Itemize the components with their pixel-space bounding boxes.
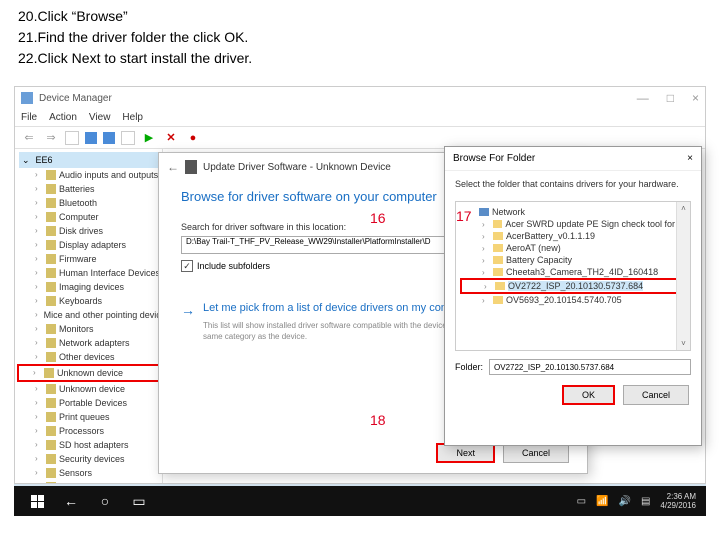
dm-title-text: Device Manager (39, 93, 112, 104)
bff-cancel-button[interactable]: Cancel (623, 385, 689, 405)
tray-volume-icon[interactable]: 🔊 (619, 496, 631, 507)
tree-item[interactable]: ›Firmware (19, 252, 162, 266)
bff-title: Browse For Folder (453, 153, 535, 164)
back-icon[interactable]: ⇐ (21, 130, 37, 146)
tool-icon[interactable] (121, 131, 135, 145)
dm-titlebar: Device Manager — □ × (15, 87, 705, 109)
tree-item[interactable]: ›Network adapters (19, 336, 162, 350)
tool-icon[interactable] (85, 132, 97, 144)
bff-message: Select the folder that contains drivers … (445, 171, 701, 197)
tree-item[interactable]: ›Imaging devices (19, 280, 162, 294)
pick-link-text: Let me pick from a list of device driver… (203, 302, 475, 314)
tree-root[interactable]: ⌄ EE6 (19, 152, 162, 168)
ok-button[interactable]: OK (562, 385, 615, 405)
bff-tree-item[interactable]: ›AeroAT (new) (460, 242, 686, 254)
menu-view[interactable]: View (89, 112, 111, 123)
dm-app-icon (21, 92, 33, 104)
menu-action[interactable]: Action (49, 112, 77, 123)
minimize-button[interactable]: — (637, 91, 649, 105)
bff-tree-item[interactable]: ›AcerBattery_v0.1.1.19 (460, 230, 686, 242)
dm-menubar: File Action View Help (15, 109, 705, 127)
browse-for-folder-dialog: Browse For Folder × Select the folder th… (444, 146, 702, 446)
desktop-screenshot: Device Manager — □ × File Action View He… (14, 86, 706, 516)
tree-item[interactable]: ›Bluetooth (19, 196, 162, 210)
wizard-back-icon[interactable]: ← (167, 160, 179, 174)
taskbar-clock[interactable]: 2:36 AM4/29/2016 (660, 492, 700, 510)
instruction-21: 21.Find the driver folder the click OK. (18, 27, 702, 48)
cancel-button[interactable]: Cancel (503, 443, 569, 463)
bff-tree-item[interactable]: ›OV5693_20.10154.5740.705 (460, 294, 686, 306)
uninstall-icon[interactable]: ● (185, 130, 201, 146)
tree-item[interactable]: ›Security devices (19, 452, 162, 466)
wizard-title: Update Driver Software - Unknown Device (203, 162, 391, 173)
tool-icon[interactable] (103, 132, 115, 144)
bff-folder-label: Folder: (455, 362, 483, 372)
tree-item[interactable]: ›Portable Devices (19, 396, 162, 410)
maximize-button[interactable]: □ (667, 91, 674, 105)
tree-item[interactable]: ›Keyboards (19, 294, 162, 308)
tree-item[interactable]: ›Batteries (19, 182, 162, 196)
bff-tree-item[interactable]: ›Cheetah3_Camera_TH2_4ID_160418 (460, 266, 686, 278)
tree-item[interactable]: ›Disk drives (19, 224, 162, 238)
tray-notifications-icon[interactable]: ▤ (641, 496, 650, 507)
bff-close-button[interactable]: × (687, 153, 693, 164)
include-subfolders-label: Include subfolders (197, 261, 270, 271)
tree-item[interactable]: ›Processors (19, 424, 162, 438)
tray-battery-icon[interactable]: ▭ (577, 496, 586, 507)
tree-item[interactable]: ›Human Interface Devices (19, 266, 162, 280)
cortana-button[interactable]: ○ (88, 486, 122, 516)
tool-icon[interactable] (65, 131, 79, 145)
dm-tree[interactable]: ⌄ EE6 ›Audio inputs and outputs›Batterie… (15, 149, 163, 483)
bff-tree[interactable]: ›Network›Acer SWRD update PE Sign check … (455, 201, 691, 351)
bff-tree-item[interactable]: ›Network (460, 206, 686, 218)
tree-item[interactable]: ›Software devices (19, 480, 162, 483)
bff-selected-folder[interactable]: ›OV2722_ISP_20.10130.5737.684 (460, 278, 686, 294)
close-button[interactable]: × (692, 91, 699, 105)
tree-item[interactable]: ›SD host adapters (19, 438, 162, 452)
instruction-20: 20.Click “Browse” (18, 6, 702, 27)
tree-item[interactable]: ›Mice and other pointing devices (19, 308, 162, 322)
tree-item[interactable]: ›Print queues (19, 410, 162, 424)
bff-tree-item[interactable]: ›Acer SWRD update PE Sign check tool for… (460, 218, 686, 230)
tree-item[interactable]: ›Unknown device (19, 382, 162, 396)
arrow-icon: → (181, 302, 195, 318)
menu-file[interactable]: File (21, 112, 37, 123)
enable-icon[interactable]: ▶ (141, 130, 157, 146)
tree-item[interactable]: ›Other devices (19, 350, 162, 364)
instruction-22: 22.Click Next to start install the drive… (18, 48, 702, 69)
tree-item[interactable]: ›Monitors (19, 322, 162, 336)
forward-icon[interactable]: ⇒ (43, 130, 59, 146)
tree-item[interactable]: ›Display adapters (19, 238, 162, 252)
callout-16: 16 (370, 210, 386, 226)
callout-17: 17 (456, 208, 472, 224)
wizard-icon (185, 160, 197, 174)
bff-tree-item[interactable]: ›Battery Capacity (460, 254, 686, 266)
tree-item[interactable]: ›Audio inputs and outputs (19, 168, 162, 182)
callout-18: 18 (370, 412, 386, 428)
taskbar-back[interactable]: ← (54, 486, 88, 516)
tree-root-label: EE6 (36, 153, 53, 167)
tree-item[interactable]: ›Sensors (19, 466, 162, 480)
taskview-button[interactable]: ▭ (122, 486, 156, 516)
bff-folder-input[interactable] (489, 359, 691, 375)
bff-scrollbar[interactable]: ˄˅ (676, 202, 690, 350)
tree-item[interactable]: ›Unknown device (17, 364, 162, 382)
system-tray: ▭ 📶 🔊 ▤ 2:36 AM4/29/2016 (577, 492, 700, 510)
disable-icon[interactable]: ✕ (163, 130, 179, 146)
tree-item[interactable]: ›Computer (19, 210, 162, 224)
tray-network-icon[interactable]: 📶 (596, 496, 608, 507)
taskbar: ← ○ ▭ ▭ 📶 🔊 ▤ 2:36 AM4/29/2016 (14, 486, 706, 516)
menu-help[interactable]: Help (122, 112, 143, 123)
include-subfolders-checkbox[interactable]: ✓ (181, 260, 193, 272)
next-button[interactable]: Next (436, 443, 495, 463)
start-button[interactable] (20, 486, 54, 516)
